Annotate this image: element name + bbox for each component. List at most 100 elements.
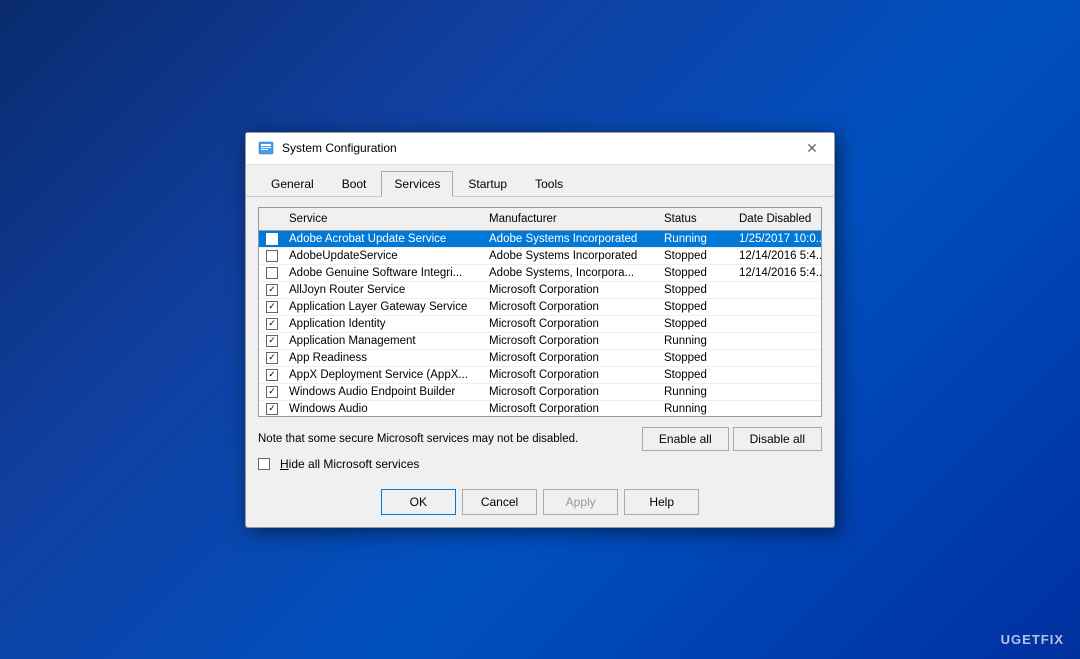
table-row[interactable]: AllJoyn Router Service Microsoft Corpora…: [259, 282, 821, 299]
hide-microsoft-label: Hide all Microsoft services: [280, 457, 419, 471]
dialog-title: System Configuration: [282, 141, 802, 155]
enable-all-button[interactable]: Enable all: [642, 427, 729, 451]
bottom-buttons: OK Cancel Apply Help: [246, 481, 834, 527]
row-check-9[interactable]: [259, 384, 285, 400]
row-service-4: Application Layer Gateway Service: [285, 299, 485, 315]
table-row[interactable]: Windows Audio Microsoft Corporation Runn…: [259, 401, 821, 416]
row-service-6: Application Management: [285, 333, 485, 349]
row-service-5: Application Identity: [285, 316, 485, 332]
row-status-3: Stopped: [660, 282, 735, 298]
checkbox-10[interactable]: [266, 403, 278, 415]
hide-microsoft-row: Hide all Microsoft services: [258, 457, 822, 471]
table-row[interactable]: Windows Audio Endpoint Builder Microsoft…: [259, 384, 821, 401]
row-check-8[interactable]: [259, 367, 285, 383]
disable-all-button[interactable]: Disable all: [733, 427, 822, 451]
row-manufacturer-1: Adobe Systems Incorporated: [485, 248, 660, 264]
row-date-8: [735, 367, 821, 383]
table-row[interactable]: App Readiness Microsoft Corporation Stop…: [259, 350, 821, 367]
row-date-2: 12/14/2016 5:4...: [735, 265, 821, 281]
tabs-bar: General Boot Services Startup Tools: [246, 165, 834, 197]
row-check-1[interactable]: [259, 248, 285, 264]
table-row[interactable]: Adobe Acrobat Update Service Adobe Syste…: [259, 231, 821, 248]
row-service-8: AppX Deployment Service (AppX...: [285, 367, 485, 383]
table-row[interactable]: AdobeUpdateService Adobe Systems Incorpo…: [259, 248, 821, 265]
watermark-text: UGETFIX: [1001, 632, 1064, 647]
row-service-3: AllJoyn Router Service: [285, 282, 485, 298]
services-table: Service Manufacturer Status Date Disable…: [258, 207, 822, 417]
row-manufacturer-10: Microsoft Corporation: [485, 401, 660, 416]
row-status-0: Running: [660, 231, 735, 247]
row-date-3: [735, 282, 821, 298]
row-service-2: Adobe Genuine Software Integri...: [285, 265, 485, 281]
close-button[interactable]: ✕: [802, 138, 822, 158]
table-row[interactable]: Adobe Genuine Software Integri... Adobe …: [259, 265, 821, 282]
apply-button[interactable]: Apply: [543, 489, 618, 515]
checkbox-3[interactable]: [266, 284, 278, 296]
note-text: Note that some secure Microsoft services…: [258, 433, 578, 445]
row-manufacturer-9: Microsoft Corporation: [485, 384, 660, 400]
checkbox-7[interactable]: [266, 352, 278, 364]
checkbox-8[interactable]: [266, 369, 278, 381]
hide-microsoft-checkbox[interactable]: [258, 458, 270, 470]
row-manufacturer-5: Microsoft Corporation: [485, 316, 660, 332]
tab-startup[interactable]: Startup: [455, 171, 520, 196]
th-status: Status: [660, 211, 735, 227]
table-row[interactable]: AppX Deployment Service (AppX... Microso…: [259, 367, 821, 384]
row-date-1: 12/14/2016 5:4...: [735, 248, 821, 264]
row-date-9: [735, 384, 821, 400]
row-service-1: AdobeUpdateService: [285, 248, 485, 264]
cancel-button[interactable]: Cancel: [462, 489, 537, 515]
checkbox-5[interactable]: [266, 318, 278, 330]
row-check-2[interactable]: [259, 265, 285, 281]
row-date-5: [735, 316, 821, 332]
table-row[interactable]: Application Management Microsoft Corpora…: [259, 333, 821, 350]
table-row[interactable]: Application Layer Gateway Service Micros…: [259, 299, 821, 316]
dialog-icon: [258, 140, 274, 156]
th-service: Service: [285, 211, 485, 227]
table-header: Service Manufacturer Status Date Disable…: [259, 208, 821, 231]
row-manufacturer-0: Adobe Systems Incorporated: [485, 231, 660, 247]
checkbox-6[interactable]: [266, 335, 278, 347]
checkbox-9[interactable]: [266, 386, 278, 398]
row-manufacturer-2: Adobe Systems, Incorpora...: [485, 265, 660, 281]
row-manufacturer-8: Microsoft Corporation: [485, 367, 660, 383]
table-body[interactable]: Adobe Acrobat Update Service Adobe Syste…: [259, 231, 821, 416]
row-status-6: Running: [660, 333, 735, 349]
checkbox-1[interactable]: [266, 250, 278, 262]
row-status-8: Stopped: [660, 367, 735, 383]
row-check-3[interactable]: [259, 282, 285, 298]
row-date-6: [735, 333, 821, 349]
tab-services[interactable]: Services: [381, 171, 453, 197]
row-check-7[interactable]: [259, 350, 285, 366]
row-check-0[interactable]: [259, 231, 285, 247]
row-check-4[interactable]: [259, 299, 285, 315]
checkbox-2[interactable]: [266, 267, 278, 279]
row-date-7: [735, 350, 821, 366]
hide-label-h: H: [280, 457, 289, 471]
row-service-0: Adobe Acrobat Update Service: [285, 231, 485, 247]
th-manufacturer: Manufacturer: [485, 211, 660, 227]
ok-button[interactable]: OK: [381, 489, 456, 515]
row-status-10: Running: [660, 401, 735, 416]
help-button[interactable]: Help: [624, 489, 699, 515]
row-status-9: Running: [660, 384, 735, 400]
row-status-4: Stopped: [660, 299, 735, 315]
row-check-10[interactable]: [259, 401, 285, 416]
row-manufacturer-4: Microsoft Corporation: [485, 299, 660, 315]
row-status-1: Stopped: [660, 248, 735, 264]
row-status-7: Stopped: [660, 350, 735, 366]
row-check-6[interactable]: [259, 333, 285, 349]
row-date-10: [735, 401, 821, 416]
row-date-0: 1/25/2017 10:0...: [735, 231, 821, 247]
checkbox-0[interactable]: [266, 233, 278, 245]
row-service-10: Windows Audio: [285, 401, 485, 416]
checkbox-4[interactable]: [266, 301, 278, 313]
table-row[interactable]: Application Identity Microsoft Corporati…: [259, 316, 821, 333]
tab-general[interactable]: General: [258, 171, 327, 196]
row-date-4: [735, 299, 821, 315]
th-date: Date Disabled: [735, 211, 822, 227]
tab-boot[interactable]: Boot: [329, 171, 380, 196]
row-check-5[interactable]: [259, 316, 285, 332]
row-manufacturer-7: Microsoft Corporation: [485, 350, 660, 366]
tab-tools[interactable]: Tools: [522, 171, 576, 196]
